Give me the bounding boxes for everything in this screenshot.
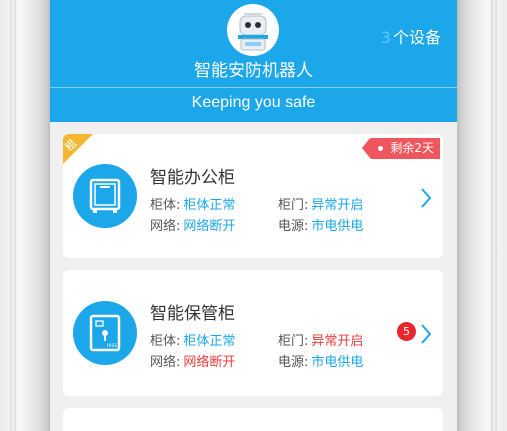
power-label: 电源:: [278, 355, 309, 370]
body-label: 柜体:: [150, 198, 181, 213]
safe-icon-text: HISS: [107, 343, 118, 349]
device-count-number: 3: [380, 28, 391, 47]
chevron-right-icon[interactable]: [419, 322, 433, 346]
tagline: Keeping you safe: [191, 94, 316, 111]
power-value: 市电供电: [311, 219, 364, 234]
body-value: 柜体正常: [183, 198, 236, 213]
body-status: 柜体: 柜体正常: [150, 194, 235, 213]
network-value: 网络断开: [183, 219, 236, 234]
power-status: 电源: 市电供电: [278, 215, 363, 234]
device-card-office-cabinet[interactable]: 租 剩余2天 智能办公柜 柜体: 柜体正常 柜门: 异常开启 网络: 网络断开 电源:…: [63, 134, 443, 258]
robot-avatar[interactable]: [227, 4, 279, 56]
power-status: 电源: 市电供电: [278, 351, 363, 370]
network-label: 网络:: [150, 219, 181, 234]
device-card-partial[interactable]: [63, 408, 443, 431]
header: 3 个设备 智能安防机器人 Keeping you safe: [50, 0, 457, 122]
alert-count-badge: 5: [397, 322, 416, 341]
network-value: 网络断开: [183, 355, 236, 370]
rent-corner-tag: 租: [63, 134, 93, 164]
safe-icon: HISS: [89, 314, 121, 352]
device-count-label: 个设备: [392, 28, 441, 47]
device-count[interactable]: 3 个设备: [381, 24, 441, 48]
door-value: 异常开启: [311, 198, 364, 213]
header-divider: [50, 87, 457, 88]
robot-icon: [238, 13, 268, 51]
body-label: 柜体:: [150, 334, 181, 349]
device-name: 智能保管柜: [150, 304, 235, 324]
phone-frame-left: [0, 0, 50, 431]
device-icon-circle: [73, 164, 137, 228]
body-value: 柜体正常: [183, 334, 236, 349]
door-status: 柜门: 异常开启: [278, 330, 363, 349]
app-screen: 3 个设备 智能安防机器人 Keeping you safe 租 剩余2天 智能办…: [50, 0, 457, 431]
app-title: 智能安防机器人: [194, 61, 313, 81]
cabinet-icon: [89, 178, 121, 213]
corner-tag-label: 租: [63, 136, 80, 154]
door-label: 柜门:: [278, 334, 309, 349]
network-status: 网络: 网络断开: [150, 351, 235, 370]
power-value: 市电供电: [311, 355, 364, 370]
door-label: 柜门:: [278, 198, 309, 213]
door-status: 柜门: 异常开启: [278, 194, 363, 213]
chevron-right-icon[interactable]: [419, 186, 433, 210]
body-status: 柜体: 柜体正常: [150, 330, 235, 349]
door-value: 异常开启: [311, 334, 364, 349]
network-status: 网络: 网络断开: [150, 215, 235, 234]
device-name: 智能办公柜: [150, 168, 235, 188]
phone-frame-right: [457, 0, 507, 431]
device-icon-circle: HISS: [73, 301, 137, 365]
power-label: 电源:: [278, 219, 309, 234]
device-card-storage-cabinet[interactable]: HISS 智能保管柜 柜体: 柜体正常 柜门: 异常开启 网络: 网络断开 电源: 市电…: [63, 270, 443, 396]
expire-tag: 剩余2天: [362, 138, 440, 159]
network-label: 网络:: [150, 355, 181, 370]
